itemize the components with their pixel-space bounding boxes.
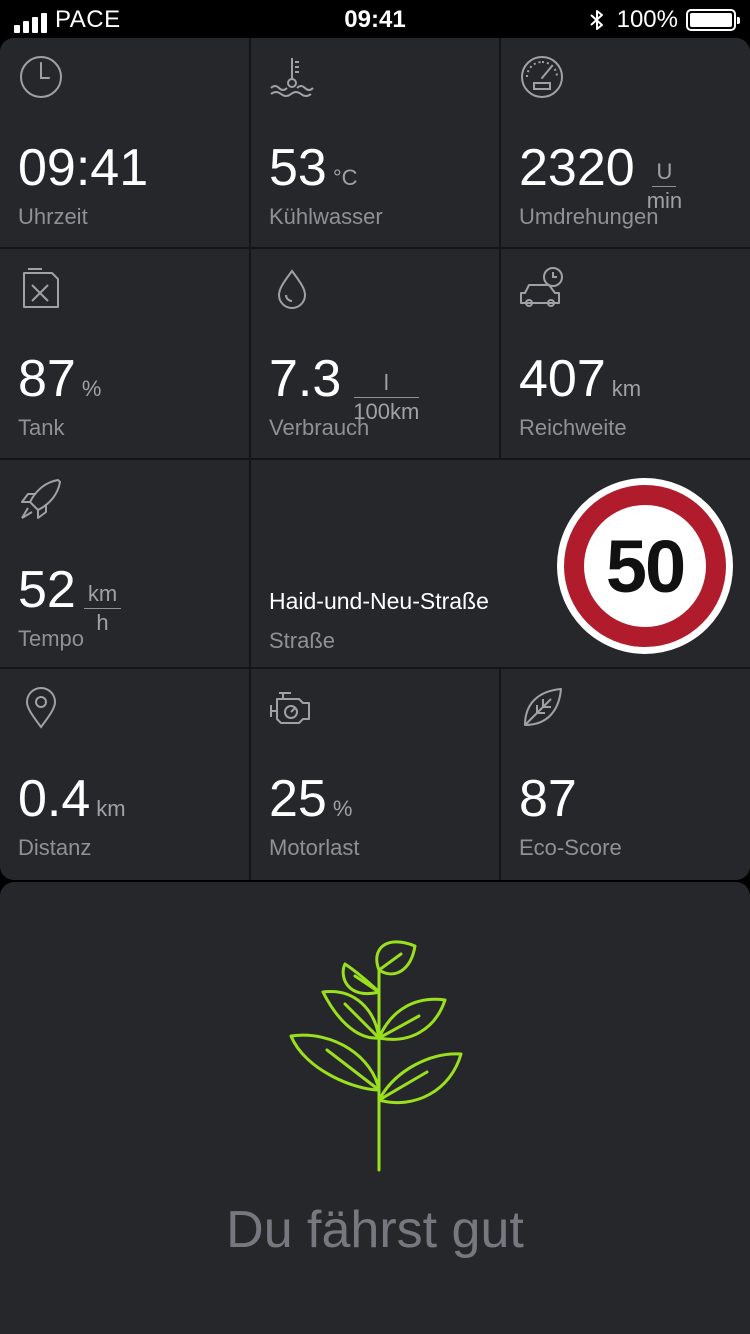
tile-time[interactable]: 09:41 Uhrzeit [0, 38, 249, 247]
time-value: 09:41 [18, 139, 149, 197]
tile-distance[interactable]: 0.4 km Distanz [0, 669, 249, 880]
tile-consumption[interactable]: 7.3 l 100km Verbrauch [251, 249, 499, 458]
rpm-unit-top: U [652, 160, 677, 187]
street-name: Haid-und-Neu-Straße [269, 588, 489, 614]
tile-rpm[interactable]: 2320 U min Umdrehungen [501, 38, 750, 247]
tile-eco-score[interactable]: 87 Eco-Score [501, 669, 750, 880]
consumption-unit-top: l [353, 371, 419, 398]
droplet-icon [269, 265, 315, 311]
street-label: Straße [269, 628, 336, 653]
tile-street[interactable]: Haid-und-Neu-Straße Straße 50 [251, 460, 750, 667]
coolant-temperature-icon [269, 54, 315, 100]
divider [499, 669, 501, 880]
coolant-value: 53 [269, 139, 327, 197]
battery-percent: 100% [616, 6, 678, 33]
range-value: 407 [519, 350, 606, 408]
eco-message: Du fährst gut [226, 1201, 524, 1259]
speed-label: Tempo [18, 626, 85, 651]
speed-value: 52 [18, 561, 76, 619]
status-right: 100% [587, 6, 740, 34]
tile-coolant[interactable]: 53 °C Kühlwasser [251, 38, 499, 247]
tank-value: 87 [18, 350, 76, 408]
distance-unit: km [96, 796, 126, 821]
distance-label: Distanz [18, 835, 92, 860]
distance-value: 0.4 [18, 770, 91, 828]
speed-unit-bottom: h [96, 610, 109, 635]
engine-icon [269, 685, 315, 731]
coolant-unit: °C [332, 165, 358, 190]
speed-limit-sign: 50 [557, 478, 733, 654]
eco-score-value: 87 [519, 770, 577, 828]
speed-limit-value: 50 [605, 524, 686, 608]
range-unit: km [611, 376, 642, 401]
rpm-label: Umdrehungen [519, 204, 659, 229]
fuel-can-icon [18, 265, 64, 311]
tank-label: Tank [18, 415, 65, 440]
leaf-icon [519, 685, 565, 731]
bluetooth-icon [589, 10, 603, 30]
consumption-label: Verbrauch [269, 415, 370, 440]
status-bar: PACE 09:41 100% [0, 0, 750, 40]
divider [249, 38, 251, 458]
speed-unit: km h [83, 582, 122, 635]
tank-unit: % [81, 376, 102, 401]
engine-load-unit: % [332, 796, 353, 821]
divider [499, 38, 501, 458]
tile-engine-load[interactable]: 25 % Motorlast [251, 669, 499, 880]
location-pin-icon [18, 685, 64, 731]
divider [249, 458, 251, 669]
rpm-value: 2320 [519, 139, 635, 197]
tachometer-icon [519, 54, 565, 100]
tile-tank[interactable]: 87 % Tank [0, 249, 249, 458]
range-label: Reichweite [519, 415, 627, 440]
eco-feedback-card[interactable]: Du fährst gut [0, 882, 750, 1334]
coolant-label: Kühlwasser [269, 204, 383, 229]
engine-load-label: Motorlast [269, 835, 360, 860]
plant-icon [289, 940, 463, 1172]
engine-load-value: 25 [269, 770, 327, 828]
tile-speed[interactable]: 52 km h Tempo [0, 460, 249, 667]
car-clock-icon [519, 265, 565, 311]
speed-unit-top: km [83, 582, 122, 609]
divider [249, 669, 251, 880]
battery-icon [686, 9, 740, 31]
time-label: Uhrzeit [18, 204, 88, 229]
dashboard-grid: 09:41 Uhrzeit 53 °C Kühlwasser 2320 U mi… [0, 38, 750, 880]
consumption-value: 7.3 [269, 350, 342, 408]
tile-range[interactable]: 407 km Reichweite [501, 249, 750, 458]
clock-icon [18, 54, 64, 100]
eco-score-label: Eco-Score [519, 835, 622, 860]
rocket-icon [18, 476, 64, 522]
